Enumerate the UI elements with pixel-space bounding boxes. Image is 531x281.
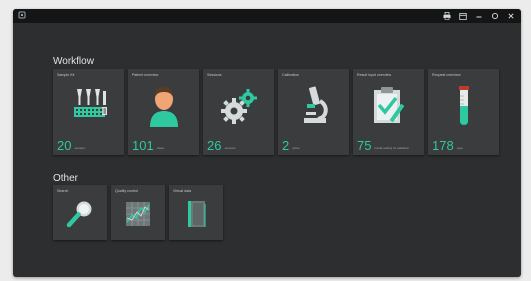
minimize-icon[interactable] bbox=[474, 11, 483, 21]
tile-count: 75 bbox=[357, 138, 372, 153]
book-icon bbox=[178, 197, 214, 231]
qc-chart-icon bbox=[120, 197, 156, 231]
tile-label: Sessions bbox=[207, 73, 222, 77]
tile-patient-overview[interactable]: Patient overview 101 cases bbox=[128, 69, 199, 155]
tile-caption: active bbox=[292, 146, 300, 150]
tile-quality-control[interactable]: Quality control bbox=[111, 185, 165, 240]
close-icon[interactable] bbox=[506, 11, 515, 21]
tile-label: Virtual data bbox=[173, 189, 192, 193]
tile-caption: results waiting for validation bbox=[374, 146, 409, 150]
clipboard-check-icon bbox=[366, 84, 412, 128]
tile-label: Request overview bbox=[432, 73, 461, 77]
tile-sample-kit[interactable]: Sample Kit 20 samples bbox=[53, 69, 124, 155]
calendar-icon[interactable] bbox=[458, 11, 467, 21]
gears-icon bbox=[216, 84, 262, 128]
tile-caption: sessions bbox=[224, 146, 236, 150]
tile-label: Result input overview bbox=[357, 73, 392, 77]
tile-calibration[interactable]: Calibration 2 active bbox=[278, 69, 349, 155]
other-tiles: Search Quality control Virtual data bbox=[53, 185, 223, 240]
other-section-title: Other bbox=[53, 173, 79, 184]
app-window: Workflow Sample Kit 20 samples Patient o… bbox=[13, 9, 521, 277]
tile-count: 20 bbox=[57, 138, 72, 153]
workflow-section-title: Workflow bbox=[53, 56, 94, 67]
tile-count: 26 bbox=[207, 138, 222, 153]
tile-caption: open bbox=[456, 146, 463, 150]
tile-result-input-overview[interactable]: Result input overview 75 results waiting… bbox=[353, 69, 424, 155]
test-tube-icon bbox=[441, 84, 487, 128]
tile-label: Sample Kit bbox=[57, 73, 75, 77]
tile-label: Quality control bbox=[115, 189, 138, 193]
tile-count: 2 bbox=[282, 138, 290, 153]
tile-caption: samples bbox=[74, 146, 85, 150]
tile-label: Patient overview bbox=[132, 73, 159, 77]
title-bar bbox=[13, 9, 521, 23]
tile-caption: cases bbox=[156, 146, 165, 150]
workflow-tiles: Sample Kit 20 samples Patient overview 1… bbox=[53, 69, 499, 155]
tile-count: 178 bbox=[432, 138, 454, 153]
tile-label: Calibration bbox=[282, 73, 300, 77]
maximize-icon[interactable] bbox=[490, 11, 499, 21]
tile-request-overview[interactable]: Request overview 178 open bbox=[428, 69, 499, 155]
tile-label: Search bbox=[57, 189, 69, 193]
tile-count: 101 bbox=[132, 138, 154, 153]
magnifier-icon bbox=[62, 197, 98, 231]
printer-icon[interactable] bbox=[442, 11, 451, 21]
app-icon bbox=[18, 11, 27, 20]
tile-search[interactable]: Search bbox=[53, 185, 107, 240]
patient-icon bbox=[141, 84, 187, 128]
tile-virtual-data[interactable]: Virtual data bbox=[169, 185, 223, 240]
microscope-icon bbox=[291, 84, 337, 128]
sample-tubes-rack-icon bbox=[66, 84, 112, 128]
tile-sessions[interactable]: Sessions 26 sessions bbox=[203, 69, 274, 155]
